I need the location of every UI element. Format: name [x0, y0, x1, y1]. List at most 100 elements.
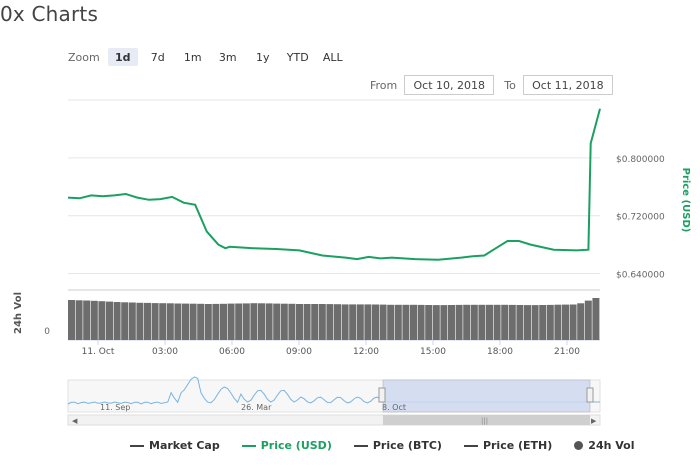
volume-bar — [227, 303, 235, 340]
navigator-selection[interactable] — [382, 379, 591, 413]
price-usd-line — [67, 108, 601, 261]
legend-price-usd[interactable]: Price (USD) — [241, 439, 332, 452]
volume-bar — [592, 298, 600, 340]
volume-bar — [151, 303, 159, 340]
volume-bar — [364, 304, 372, 340]
volume-bar — [341, 304, 349, 340]
volume-bar — [539, 305, 547, 340]
price-chart[interactable]: $0.800000$0.720000$0.640000 Price (USD) … — [0, 0, 700, 440]
volume-bar — [68, 300, 75, 340]
volume-bar — [349, 304, 357, 340]
navigator-label-mar: 26. Mar — [241, 403, 272, 412]
volume-bars — [68, 298, 600, 340]
volume-bar — [166, 303, 174, 340]
x-tick-label: 09:00 — [286, 347, 312, 357]
navigator-handle-right[interactable] — [586, 387, 594, 403]
volume-bar — [486, 304, 493, 340]
volume-bar — [417, 304, 425, 340]
navigator-handle-left[interactable] — [378, 387, 386, 403]
volume-bar — [90, 300, 98, 340]
legend-price-btc[interactable]: Price (BTC) — [353, 439, 442, 452]
volume-bar — [379, 304, 387, 340]
volume-bar — [113, 302, 121, 340]
volume-bar — [516, 305, 524, 340]
volume-bar — [402, 304, 410, 340]
volume-bar — [318, 304, 326, 340]
volume-bar — [455, 304, 463, 340]
volume-bar — [311, 304, 319, 340]
navigator-scrollbar[interactable]: ◀ ▶ ||| — [67, 414, 601, 426]
legend-label: Price (BTC) — [372, 439, 442, 452]
price-tick-label: $0.720000 — [616, 213, 665, 223]
volume-bar — [98, 301, 106, 340]
volume-bar — [136, 302, 144, 340]
volume-bar — [258, 303, 265, 340]
navigator[interactable]: 11. Sep 26. Mar 8. Oct — [67, 376, 601, 413]
price-tick-label: $0.640000 — [616, 271, 665, 281]
x-tick-label: 03:00 — [152, 347, 178, 357]
volume-bar — [470, 304, 478, 340]
legend-marker — [463, 444, 478, 447]
navigator-label-sep: 11. Sep — [100, 403, 130, 412]
volume-bar — [83, 300, 91, 340]
volume-bar — [326, 304, 334, 340]
legend-marker — [353, 444, 368, 447]
volume-bar — [569, 304, 577, 340]
volume-axis-zero: 0 — [44, 327, 50, 337]
volume-bar — [577, 303, 585, 340]
legend-marker — [574, 441, 584, 450]
volume-bar — [197, 303, 205, 340]
volume-bar — [546, 304, 554, 340]
volume-bar — [75, 300, 83, 340]
volume-bar — [531, 305, 539, 340]
volume-bar — [204, 304, 212, 340]
volume-bar — [265, 303, 273, 340]
legend-24h-vol[interactable]: 24h Vol — [574, 439, 635, 452]
volume-bar — [387, 304, 395, 340]
volume-bar — [235, 303, 243, 340]
volume-bar — [410, 304, 417, 340]
x-tick-label: 18:00 — [487, 347, 513, 357]
volume-bar — [448, 305, 455, 340]
volume-bar — [584, 300, 592, 340]
scrollbar-grip-icon: ||| — [481, 417, 488, 425]
price-axis-ticks: $0.800000 $0.720000 $0.640000 — [616, 155, 665, 281]
volume-bar — [212, 303, 220, 340]
volume-bar — [501, 304, 509, 340]
x-tick-label: 11. Oct — [82, 347, 115, 357]
navigator-label-oct: 8. Oct — [382, 403, 406, 412]
time-axis-ticks: 11. Oct 03:00 06:00 09:00 12:00 15:00 18:00 21:… — [82, 340, 580, 357]
volume-bar — [296, 304, 303, 340]
volume-bar — [174, 303, 182, 340]
legend-marker — [130, 444, 144, 447]
volume-bar — [242, 303, 250, 340]
price-axis-title: Price (USD) — [680, 168, 691, 233]
volume-bar — [189, 303, 197, 340]
volume-bar — [250, 303, 258, 340]
volume-bar — [562, 304, 569, 340]
volume-bar — [463, 304, 471, 340]
volume-bar — [182, 303, 189, 340]
price-tick-label: $0.800000 — [616, 155, 665, 165]
volume-bar — [303, 304, 311, 340]
volume-bar — [524, 305, 531, 340]
volume-bar — [372, 304, 379, 340]
legend-label: Price (ETH) — [482, 439, 553, 452]
scroll-right-arrow-icon[interactable]: ▶ — [591, 417, 597, 425]
volume-bar — [128, 302, 136, 340]
volume-bar — [288, 303, 296, 340]
volume-bar — [106, 301, 113, 340]
volume-bar — [280, 303, 288, 340]
volume-bar — [493, 304, 501, 340]
legend-market-cap[interactable]: Market Cap — [130, 439, 220, 452]
x-tick-label: 12:00 — [353, 347, 379, 357]
legend-price-eth[interactable]: Price (ETH) — [463, 439, 553, 452]
legend-marker — [241, 444, 256, 447]
volume-bar — [121, 302, 129, 340]
x-tick-label: 06:00 — [219, 347, 245, 357]
volume-bar — [356, 304, 364, 340]
x-tick-label: 15:00 — [420, 347, 446, 357]
scroll-left-arrow-icon[interactable]: ◀ — [72, 417, 78, 425]
legend-label: Price (USD) — [260, 439, 332, 452]
volume-bar — [159, 303, 167, 340]
